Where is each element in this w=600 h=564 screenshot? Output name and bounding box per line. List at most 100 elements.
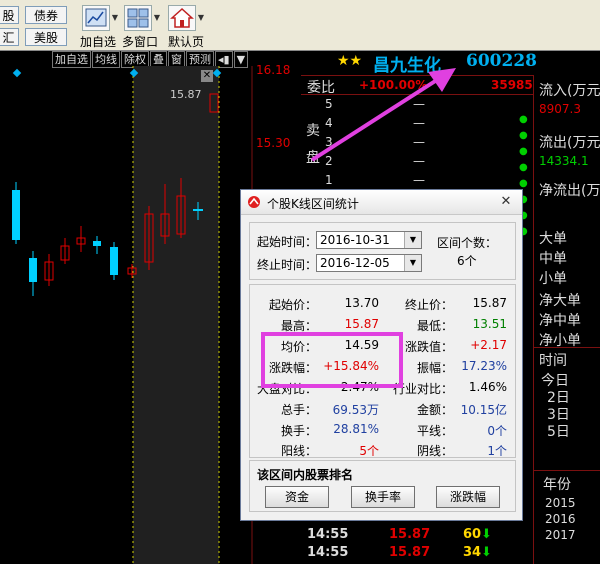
- candle: [12, 182, 20, 244]
- order-ratio-count: 35985: [491, 78, 533, 92]
- year-2015: 2015: [545, 496, 576, 510]
- up-count-label: 阳线：: [281, 444, 318, 458]
- home-icon[interactable]: [168, 5, 196, 31]
- sell-label: 卖: [306, 123, 320, 139]
- price-axis-high: 16.18: [256, 63, 291, 77]
- flat-value: 0个: [487, 424, 507, 438]
- sell-level-4: 4: [325, 116, 333, 130]
- day-5: 5日: [547, 424, 570, 440]
- rank-fund-button[interactable]: 资金: [265, 486, 329, 508]
- candle: [76, 226, 86, 252]
- sell-level-3: 3: [325, 135, 333, 149]
- stock-code: 600228: [466, 51, 537, 71]
- low-value: 13.51: [472, 317, 507, 331]
- candle: [93, 236, 101, 254]
- tick-time: 14:55: [307, 527, 349, 542]
- row-large: 大单: [539, 231, 567, 247]
- candle: [29, 251, 37, 296]
- default-page-label[interactable]: 默认页: [168, 33, 204, 50]
- tick-time: 14:55: [307, 545, 349, 560]
- amplitude-value: 17.23%: [461, 359, 507, 373]
- volume-label: 总手：: [281, 403, 318, 417]
- chevron-down-icon[interactable]: ▼: [196, 5, 206, 31]
- amount-value: 10.15亿: [460, 403, 507, 417]
- multi-window-label[interactable]: 多窗口: [122, 33, 158, 50]
- amplitude-label: 振幅：: [417, 361, 454, 375]
- pan-label: 盘: [306, 150, 320, 166]
- year-2017: 2017: [545, 528, 576, 542]
- sell-level-2: 2: [325, 154, 333, 168]
- order-ratio-value: +100.00%: [359, 78, 428, 92]
- row-small: 小单: [539, 271, 567, 287]
- net-outflow-label: 净流出(万: [539, 183, 600, 199]
- amount-label: 金额：: [417, 403, 454, 417]
- down-arrow-icon: ⬇: [481, 527, 492, 542]
- industry-compare-value: 1.46%: [468, 380, 507, 394]
- candle: [60, 238, 70, 264]
- down-count-label: 阴线：: [417, 444, 454, 458]
- row-net-large: 净大单: [539, 293, 581, 309]
- flat-label: 平线：: [417, 424, 454, 438]
- price-marker-label: 15.87: [170, 88, 202, 101]
- turnover-label: 换手：: [281, 424, 318, 438]
- tick-price: 15.87: [389, 527, 431, 542]
- volume-value: 69.53万: [332, 403, 379, 417]
- end-price-label: 终止价：: [405, 298, 454, 312]
- chevron-down-icon[interactable]: ▼: [152, 5, 162, 31]
- dash: —: [413, 154, 425, 168]
- year-label: 年份: [543, 477, 571, 493]
- start-time-label: 起始时间：: [257, 235, 318, 249]
- tick-volume: 34: [463, 545, 482, 560]
- inflow-label: 流入(万元: [539, 83, 600, 99]
- change-value-value: +2.17: [470, 338, 507, 352]
- stock-button[interactable]: 股: [0, 6, 19, 24]
- row-net-medium: 净中单: [539, 313, 581, 329]
- dialog-titlebar[interactable]: 个股K线区间统计 ✕: [241, 190, 522, 215]
- sell-level-5: 5: [325, 97, 333, 111]
- close-icon[interactable]: ✕: [201, 70, 213, 82]
- chevron-down-icon[interactable]: ▼: [404, 232, 421, 248]
- start-date-select[interactable]: 2016-10-31 ▼: [316, 231, 422, 249]
- close-icon[interactable]: ✕: [497, 194, 515, 210]
- add-watchlist-icon[interactable]: [82, 5, 110, 31]
- chevron-down-icon[interactable]: ▼: [110, 5, 120, 31]
- inflow-value: 8907.3: [539, 102, 581, 116]
- chevron-down-icon[interactable]: ▼: [404, 255, 421, 271]
- app-logo-icon: [247, 195, 261, 209]
- dash: —: [413, 135, 425, 149]
- candle: [44, 254, 54, 286]
- end-price-value: 15.87: [472, 296, 507, 310]
- dash: —: [413, 173, 425, 187]
- dash: —: [413, 116, 425, 130]
- price-axis-mid: 15.30: [256, 136, 291, 150]
- rank-title: 该区间内股票排名: [257, 468, 354, 482]
- chart-toolbar: 加自选 均线 除权叠窗预测 ◂▮ ▼: [52, 51, 249, 68]
- row-medium: 中单: [539, 251, 567, 267]
- high-value: 15.87: [344, 317, 379, 331]
- multi-window-icon[interactable]: [124, 5, 152, 31]
- down-count-value: 1个: [487, 444, 507, 458]
- period-label: 区间个数：: [437, 236, 498, 250]
- low-label: 最低：: [417, 319, 454, 333]
- add-watchlist-label[interactable]: 加自选: [80, 33, 116, 50]
- turnover-value: 28.81%: [333, 422, 379, 436]
- bond-button[interactable]: 债券: [25, 6, 67, 24]
- dash: —: [413, 97, 425, 111]
- stock-name: 昌九生化: [373, 56, 441, 76]
- end-time-label: 终止时间：: [257, 258, 318, 272]
- year-2016: 2016: [545, 512, 576, 526]
- rank-change-button[interactable]: 涨跌幅: [436, 486, 500, 508]
- start-price-value: 13.70: [344, 296, 379, 310]
- main-toolbar: 股 债券 汇 美股 ▼ 加自选 ▼ 多窗口 ▼ 默认页: [0, 0, 600, 51]
- end-date-select[interactable]: 2016-12-05 ▼: [316, 254, 422, 272]
- rank-turnover-button[interactable]: 换手率: [351, 486, 415, 508]
- down-arrow-icon: ⬇: [481, 545, 492, 560]
- forex-button[interactable]: 汇: [0, 28, 19, 46]
- period-value: 6个: [457, 254, 477, 268]
- favorite-stars-icon[interactable]: ★★: [337, 53, 362, 69]
- outflow-label: 流出(万元: [539, 135, 600, 151]
- dialog-title: 个股K线区间统计: [267, 197, 359, 211]
- interval-stats-dialog: 个股K线区间统计 ✕ 起始时间： 2016-10-31 ▼ 终止时间： 2016-…: [240, 189, 523, 521]
- tick-volume: 60: [463, 527, 482, 542]
- us-stock-button[interactable]: 美股: [25, 28, 67, 46]
